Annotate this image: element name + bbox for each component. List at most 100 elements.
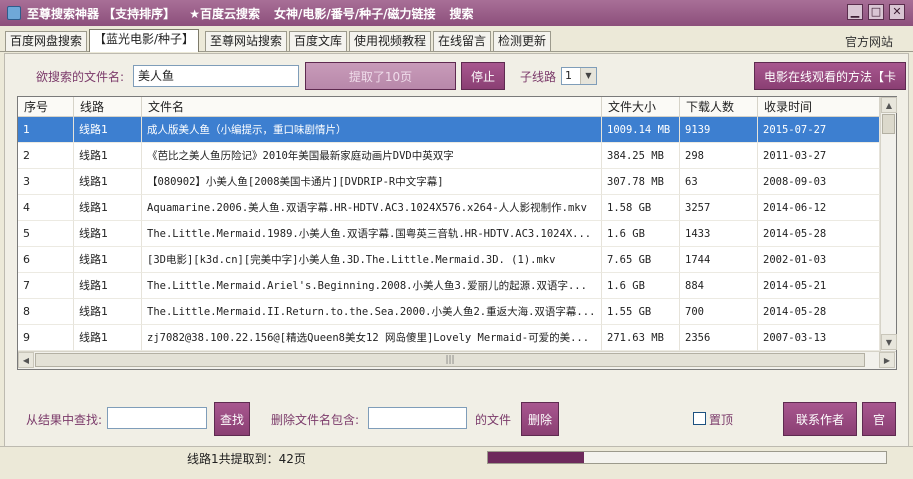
chevron-down-icon[interactable]: ▼ — [580, 68, 596, 84]
title-bar: 至尊搜索神器 【支持排序】 ★百度云搜索 女神/电影/番号/种子/磁力链接 搜索… — [0, 0, 913, 26]
maximize-button[interactable]: □ — [868, 4, 884, 20]
column-header-downloads[interactable]: 下载人数 — [680, 97, 758, 117]
cell-line: 线路1 — [74, 221, 142, 247]
tab-bluray-movies[interactable]: 【蓝光电影/种子】 — [89, 29, 200, 52]
cell-size: 271.63 MB — [602, 325, 680, 351]
pin-checkbox[interactable] — [693, 412, 706, 425]
horizontal-scroll-thumb[interactable]: ||| — [35, 353, 865, 367]
cell-id: 2 — [18, 143, 74, 169]
search-input[interactable]: 美人鱼 — [133, 65, 299, 87]
table-row[interactable]: 2 线路1 《芭比之美人鱼历险记》2010年美国最新家庭动画片DVD中英双字 384.… — [18, 143, 880, 169]
cell-line: 线路1 — [74, 117, 142, 143]
cell-size: 1.58 GB — [602, 195, 680, 221]
cell-line: 线路1 — [74, 169, 142, 195]
cell-downloads: 1744 — [680, 247, 758, 273]
scroll-down-icon[interactable]: ▼ — [881, 334, 897, 350]
cell-size: 1.6 GB — [602, 273, 680, 299]
progress-bar — [487, 451, 887, 464]
cell-filename: Aquamarine.2006.美人鱼.双语字幕.HR-HDTV.AC3.102… — [142, 195, 602, 221]
table-row[interactable]: 9 线路1 zj7082@38.100.22.156@[精选Queen8美女12 网… — [18, 325, 880, 351]
fetch-pages-button[interactable]: 提取了10页 — [305, 62, 456, 90]
cell-id: 8 — [18, 299, 74, 325]
column-header-filename[interactable]: 文件名 — [142, 97, 602, 117]
cell-downloads: 298 — [680, 143, 758, 169]
cell-date: 2014-05-21 — [758, 273, 880, 299]
cell-date: 2015-07-27 — [758, 117, 880, 143]
column-header-id[interactable]: 序号 — [18, 97, 74, 117]
tab-check-update[interactable]: 检测更新 — [493, 31, 552, 51]
table-row[interactable]: 6 线路1 [3D电影][k3d.cn][完美中字]小美人鱼.3D.The.Litt… — [18, 247, 880, 273]
contact-author-button[interactable]: 联系作者 — [783, 402, 857, 436]
title-search: 搜索 — [449, 6, 474, 21]
delete-filter-label: 删除文件名包含: — [271, 413, 360, 427]
minimize-button[interactable]: ▁ — [847, 4, 863, 20]
delete-button[interactable]: 删除 — [521, 402, 559, 436]
cell-downloads: 63 — [680, 169, 758, 195]
cell-id: 3 — [18, 169, 74, 195]
tab-site-search[interactable]: 至尊网站搜索 — [205, 31, 288, 51]
scroll-right-icon[interactable]: ▶ — [879, 352, 895, 368]
cell-downloads: 2356 — [680, 325, 758, 351]
status-text: 线路1共提取到：42页 — [187, 452, 306, 466]
column-header-date[interactable]: 收录时间 — [758, 97, 880, 117]
cell-filename: The.Little.Mermaid.1989.小美人鱼.双语字幕.国粤英三音轨… — [142, 221, 602, 247]
cell-size: 1009.14 MB — [602, 117, 680, 143]
table-row[interactable]: 5 线路1 The.Little.Mermaid.1989.小美人鱼.双语字幕.国粤… — [18, 221, 880, 247]
find-in-results-input[interactable] — [107, 407, 207, 429]
cell-filename: 《芭比之美人鱼历险记》2010年美国最新家庭动画片DVD中英双字 — [142, 143, 602, 169]
cell-date: 2007-03-13 — [758, 325, 880, 351]
cell-downloads: 1433 — [680, 221, 758, 247]
tab-baidu-pan[interactable]: 百度网盘搜索 — [5, 31, 88, 51]
cell-filename: The.Little.Mermaid.Ariel's.Beginning.200… — [142, 273, 602, 299]
cell-size: 384.25 MB — [602, 143, 680, 169]
cell-downloads: 3257 — [680, 195, 758, 221]
app-logo-icon — [7, 6, 21, 20]
cell-size: 1.6 GB — [602, 221, 680, 247]
online-watch-button[interactable]: 电影在线观看的方法【卡 — [754, 62, 906, 90]
tab-online-message[interactable]: 在线留言 — [433, 31, 492, 51]
table-row[interactable]: 8 线路1 The.Little.Mermaid.II.Return.to.the.… — [18, 299, 880, 325]
table-row[interactable]: 1 线路1 成人版美人鱼（小编提示，重口味剧情片） 1009.14 MB 9139 201… — [18, 117, 880, 143]
close-button[interactable]: ✕ — [889, 4, 905, 20]
find-button[interactable]: 查找 — [214, 402, 250, 436]
cell-downloads: 9139 — [680, 117, 758, 143]
cell-size: 1.55 GB — [602, 299, 680, 325]
progress-fill — [488, 452, 584, 463]
cell-size: 307.78 MB — [602, 169, 680, 195]
extra-button[interactable]: 官 — [862, 402, 896, 436]
cell-line: 线路1 — [74, 299, 142, 325]
column-header-size[interactable]: 文件大小 — [602, 97, 680, 117]
find-in-results-label: 从结果中查找: — [26, 413, 103, 427]
tab-baidu-wenku[interactable]: 百度文库 — [289, 31, 348, 51]
main-panel: 欲搜索的文件名: 美人鱼 提取了10页 停止 子线路 1 ▼ 电影在线观看的方法… — [4, 53, 909, 473]
vertical-scrollbar[interactable]: ▲ ▼ — [880, 97, 897, 351]
cell-downloads: 884 — [680, 273, 758, 299]
stop-button[interactable]: 停止 — [461, 62, 505, 90]
table-header: 序号 线路 文件名 文件大小 下载人数 收录时间 — [18, 97, 880, 117]
horizontal-scrollbar[interactable]: ◀ ||| ▶ — [18, 351, 896, 369]
delete-filter-input[interactable] — [368, 407, 467, 429]
cell-date: 2014-05-28 — [758, 221, 880, 247]
tab-video-tutorial[interactable]: 使用视频教程 — [349, 31, 432, 51]
scroll-left-icon[interactable]: ◀ — [18, 352, 34, 368]
subline-label: 子线路 — [520, 70, 557, 84]
table-row[interactable]: 3 线路1 【080902】小美人鱼[2008美国卡通片][DVDRIP-R中文字幕… — [18, 169, 880, 195]
vertical-scroll-thumb[interactable] — [882, 114, 895, 134]
subline-select[interactable]: 1 ▼ — [561, 67, 597, 85]
cell-filename: 成人版美人鱼（小编提示，重口味剧情片） — [142, 117, 602, 143]
cell-filename: [3D电影][k3d.cn][完美中字]小美人鱼.3D.The.Little.M… — [142, 247, 602, 273]
cell-size: 7.65 GB — [602, 247, 680, 273]
table-row[interactable]: 4 线路1 Aquamarine.2006.美人鱼.双语字幕.HR-HDTV.AC3… — [18, 195, 880, 221]
scroll-up-icon[interactable]: ▲ — [881, 97, 897, 113]
cell-id: 9 — [18, 325, 74, 351]
search-label: 欲搜索的文件名: — [36, 70, 125, 84]
table-row[interactable]: 7 线路1 The.Little.Mermaid.Ariel's.Beginning… — [18, 273, 880, 299]
tab-bar: 百度网盘搜索 【蓝光电影/种子】 至尊网站搜索 百度文库 使用视频教程 在线留言… — [0, 28, 913, 52]
cell-downloads: 700 — [680, 299, 758, 325]
column-header-line[interactable]: 线路 — [74, 97, 142, 117]
cell-id: 4 — [18, 195, 74, 221]
cell-line: 线路1 — [74, 195, 142, 221]
pin-label: 置顶 — [709, 413, 734, 427]
cell-filename: 【080902】小美人鱼[2008美国卡通片][DVDRIP-R中文字幕] — [142, 169, 602, 195]
official-site-link[interactable]: 官方网站 — [845, 33, 893, 50]
